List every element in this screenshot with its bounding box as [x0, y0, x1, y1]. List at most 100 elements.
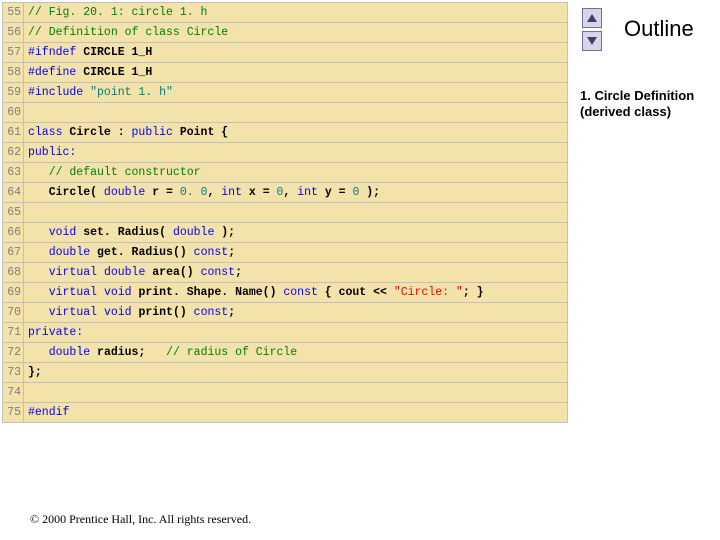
code-token: 0. 0	[180, 186, 208, 199]
line-number: 71	[3, 323, 24, 343]
code-row: 75#endif	[3, 403, 568, 423]
code-token	[97, 286, 104, 299]
code-token: #ifndef	[28, 46, 76, 59]
code-token: public:	[28, 146, 76, 159]
code-row: 57#ifndef CIRCLE 1_H	[3, 43, 568, 63]
code-row: 61class Circle : public Point {	[3, 123, 568, 143]
line-number: 60	[3, 103, 24, 123]
line-number: 56	[3, 23, 24, 43]
nav-down-button[interactable]	[582, 31, 602, 51]
code-token	[28, 286, 49, 299]
line-number: 72	[3, 343, 24, 363]
code-token	[97, 306, 104, 319]
code-token: ,	[283, 186, 297, 199]
code-token: double	[173, 226, 214, 239]
code-token: double	[49, 246, 90, 259]
code-cell: double get. Radius() const;	[24, 243, 568, 263]
code-token: get. Radius()	[90, 246, 194, 259]
code-token: set. Radius(	[76, 226, 173, 239]
code-row: 59#include "point 1. h"	[3, 83, 568, 103]
code-cell: // Fig. 20. 1: circle 1. h	[24, 3, 568, 23]
code-token: ;	[235, 266, 242, 279]
code-token	[97, 266, 104, 279]
line-number: 55	[3, 3, 24, 23]
line-number: 57	[3, 43, 24, 63]
code-token	[28, 306, 49, 319]
code-cell: class Circle : public Point {	[24, 123, 568, 143]
code-token: class	[28, 126, 63, 139]
code-cell: virtual void print. Shape. Name() const …	[24, 283, 568, 303]
code-row: 65	[3, 203, 568, 223]
line-number: 75	[3, 403, 24, 423]
code-row: 74	[3, 383, 568, 403]
nav-up-button[interactable]	[582, 8, 602, 28]
code-row: 72 double radius; // radius of Circle	[3, 343, 568, 363]
line-number: 59	[3, 83, 24, 103]
code-token: #define	[28, 66, 76, 79]
code-row: 62 public:	[3, 143, 568, 163]
code-row: 73};	[3, 363, 568, 383]
code-row: 56// Definition of class Circle	[3, 23, 568, 43]
code-token	[28, 106, 35, 119]
code-cell	[24, 103, 568, 123]
code-cell: virtual void print() const;	[24, 303, 568, 323]
code-row: 63 // default constructor	[3, 163, 568, 183]
code-cell: };	[24, 363, 568, 383]
code-cell: double radius; // radius of Circle	[24, 343, 568, 363]
outline-title: Outline	[624, 16, 694, 42]
code-cell	[24, 203, 568, 223]
code-token: };	[28, 366, 42, 379]
code-token: print()	[132, 306, 194, 319]
line-number: 63	[3, 163, 24, 183]
code-cell: #ifndef CIRCLE 1_H	[24, 43, 568, 63]
code-token: virtual	[49, 266, 97, 279]
code-row: 64 Circle( double r = 0. 0, int x = 0, i…	[3, 183, 568, 203]
code-token: y =	[318, 186, 353, 199]
line-number: 73	[3, 363, 24, 383]
section-note: 1. Circle Definition (derived class)	[580, 88, 714, 121]
line-number: 65	[3, 203, 24, 223]
arrow-up-icon	[587, 14, 597, 22]
code-token	[28, 386, 35, 399]
code-token: int	[297, 186, 318, 199]
code-token: ,	[207, 186, 221, 199]
code-body: 55 // Fig. 20. 1: circle 1. h 56// Definit…	[3, 3, 568, 423]
code-token: public	[132, 126, 173, 139]
code-cell: #include "point 1. h"	[24, 83, 568, 103]
line-number: 74	[3, 383, 24, 403]
code-token	[28, 346, 49, 359]
code-token: r =	[145, 186, 180, 199]
code-token: ;	[228, 306, 235, 319]
code-row: 55 // Fig. 20. 1: circle 1. h	[3, 3, 568, 23]
code-token	[28, 226, 49, 239]
code-row: 58#define CIRCLE 1_H	[3, 63, 568, 83]
code-token: void	[104, 286, 132, 299]
code-token: double	[104, 186, 145, 199]
code-cell: // Definition of class Circle	[24, 23, 568, 43]
line-number: 62	[3, 143, 24, 163]
code-token: const	[194, 246, 229, 259]
code-cell: // default constructor	[24, 163, 568, 183]
arrow-down-icon	[587, 37, 597, 45]
line-number: 70	[3, 303, 24, 323]
line-number: 68	[3, 263, 24, 283]
line-number: 67	[3, 243, 24, 263]
code-token: CIRCLE 1_H	[76, 66, 152, 79]
code-cell: virtual double area() const;	[24, 263, 568, 283]
code-token: "point 1. h"	[83, 86, 173, 99]
code-token: virtual	[49, 306, 97, 319]
code-row: 68 virtual double area() const;	[3, 263, 568, 283]
code-token: { cout <<	[318, 286, 394, 299]
line-number: 66	[3, 223, 24, 243]
code-token: int	[221, 186, 242, 199]
code-token: );	[359, 186, 380, 199]
line-number: 69	[3, 283, 24, 303]
code-token: ;	[228, 246, 235, 259]
code-token: private:	[28, 326, 83, 339]
code-row: 69 virtual void print. Shape. Name() con…	[3, 283, 568, 303]
code-token	[28, 206, 35, 219]
code-token: const	[201, 266, 236, 279]
code-row: 66 void set. Radius( double );	[3, 223, 568, 243]
code-token: // Fig. 20. 1: circle 1. h	[28, 6, 207, 19]
code-token: Point {	[173, 126, 228, 139]
